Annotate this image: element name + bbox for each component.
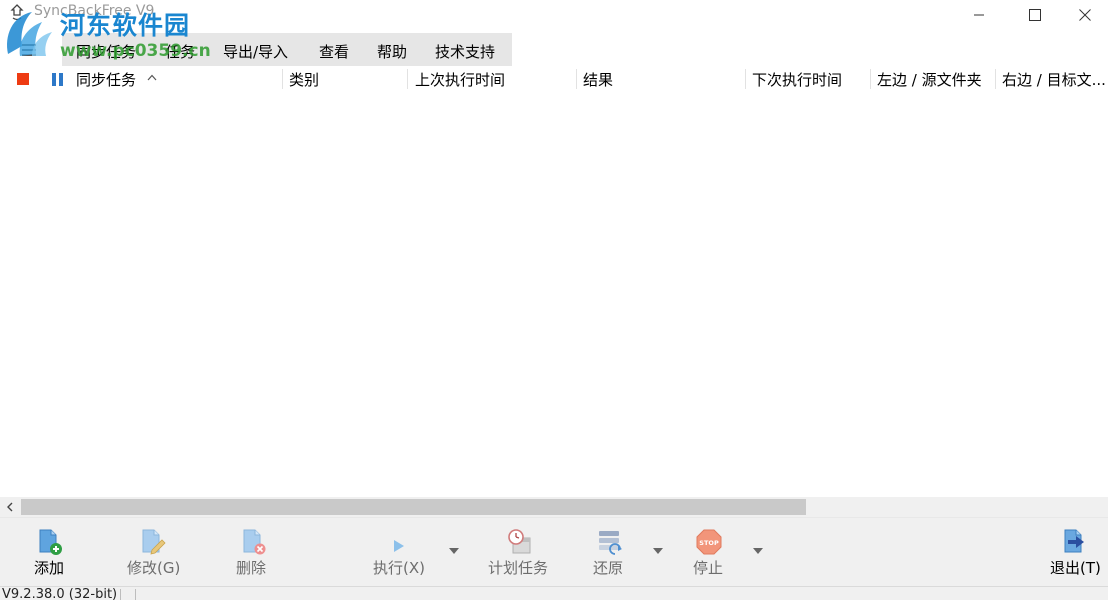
watermark-text: 河东软件园 bbox=[60, 11, 191, 40]
stop-label: 停止 bbox=[693, 559, 724, 577]
menu-help[interactable]: 帮助 bbox=[377, 41, 407, 62]
schedule-icon bbox=[508, 529, 531, 554]
run-dropdown-arrow-icon[interactable] bbox=[449, 548, 459, 554]
action-toolbar: 添加 修改(G) 删除 执行(X) 计划任务 还原 STOP 停止 退出(T) bbox=[0, 517, 1108, 586]
exit-icon bbox=[1064, 529, 1084, 553]
maximize-icon bbox=[1029, 9, 1041, 21]
delete-button[interactable]: 删除 bbox=[226, 518, 282, 587]
column-last-run[interactable]: 上次执行时间 bbox=[415, 69, 565, 89]
chevron-left-icon bbox=[7, 502, 13, 512]
minimize-icon bbox=[974, 14, 984, 16]
close-button[interactable] bbox=[1062, 0, 1108, 30]
status-bar: V9.2.38.0 (32-bit) bbox=[0, 586, 1108, 600]
column-separator[interactable] bbox=[282, 69, 283, 89]
minimize-button[interactable] bbox=[956, 0, 1002, 30]
maximize-button[interactable] bbox=[1012, 0, 1058, 30]
profile-list[interactable] bbox=[0, 92, 1108, 497]
menu-export-import[interactable]: 导出/导入 bbox=[223, 41, 288, 62]
run-button[interactable]: 执行(X) bbox=[362, 518, 434, 587]
restore-button[interactable]: 还原 bbox=[586, 518, 634, 587]
column-separator[interactable] bbox=[745, 69, 746, 89]
status-separator bbox=[135, 589, 136, 600]
pause-all-icon[interactable] bbox=[52, 73, 64, 86]
add-button[interactable]: 添加 bbox=[20, 518, 80, 587]
run-label: 执行(X) bbox=[373, 559, 425, 577]
stop-sign-icon: STOP bbox=[696, 529, 722, 555]
svg-text:STOP: STOP bbox=[699, 539, 719, 547]
modify-label: 修改(G) bbox=[127, 559, 181, 577]
version-text: V9.2.38.0 (32-bit) bbox=[2, 587, 118, 600]
status-separator bbox=[120, 589, 121, 600]
stop-button[interactable]: STOP 停止 bbox=[688, 518, 732, 587]
profile-list-header: 同步任务 类别 上次执行时间 结果 下次执行时间 左边 / 源文件夹 右边 / … bbox=[0, 66, 1108, 92]
watermark-url: www.pc0359.cn bbox=[60, 41, 211, 61]
edit-profile-icon bbox=[142, 529, 166, 555]
modify-button[interactable]: 修改(G) bbox=[118, 518, 190, 587]
watermark-logo bbox=[7, 12, 52, 56]
column-destination-folder[interactable]: 右边 / 目标文... bbox=[1002, 69, 1108, 89]
play-icon bbox=[394, 540, 404, 552]
horizontal-scrollbar[interactable] bbox=[0, 497, 1108, 517]
restore-dropdown-arrow-icon[interactable] bbox=[653, 548, 663, 554]
column-source-folder[interactable]: 左边 / 源文件夹 bbox=[877, 69, 991, 89]
column-result[interactable]: 结果 bbox=[583, 69, 733, 89]
exit-label: 退出(T) bbox=[1050, 559, 1101, 577]
column-separator[interactable] bbox=[576, 69, 577, 89]
sort-ascending-icon bbox=[147, 74, 157, 81]
column-separator[interactable] bbox=[870, 69, 871, 89]
add-profile-icon bbox=[39, 529, 62, 555]
delete-label: 删除 bbox=[236, 559, 267, 577]
restore-icon bbox=[599, 531, 622, 555]
delete-profile-icon bbox=[243, 529, 266, 555]
exit-button[interactable]: 退出(T) bbox=[1046, 518, 1104, 587]
scroll-left-button[interactable] bbox=[0, 497, 20, 517]
menu-view[interactable]: 查看 bbox=[319, 41, 349, 62]
menu-tech-support[interactable]: 技术支持 bbox=[435, 41, 495, 62]
column-profile[interactable]: 同步任务 bbox=[76, 69, 146, 89]
column-next-run[interactable]: 下次执行时间 bbox=[752, 69, 864, 89]
column-separator[interactable] bbox=[995, 69, 996, 89]
stop-dropdown-arrow-icon[interactable] bbox=[753, 548, 763, 554]
schedule-label: 计划任务 bbox=[488, 559, 549, 577]
column-separator[interactable] bbox=[407, 69, 408, 89]
scrollbar-thumb[interactable] bbox=[21, 499, 806, 515]
add-label: 添加 bbox=[34, 559, 65, 577]
restore-label: 还原 bbox=[593, 559, 624, 577]
stop-all-icon[interactable] bbox=[17, 73, 29, 85]
close-icon bbox=[1079, 9, 1091, 21]
schedule-button[interactable]: 计划任务 bbox=[482, 518, 558, 587]
syncback-window: SyncBackFree V9 同步任务 任务 导出/导入 查看 帮助 技术支持… bbox=[0, 0, 1108, 600]
column-type[interactable]: 类别 bbox=[289, 69, 399, 89]
